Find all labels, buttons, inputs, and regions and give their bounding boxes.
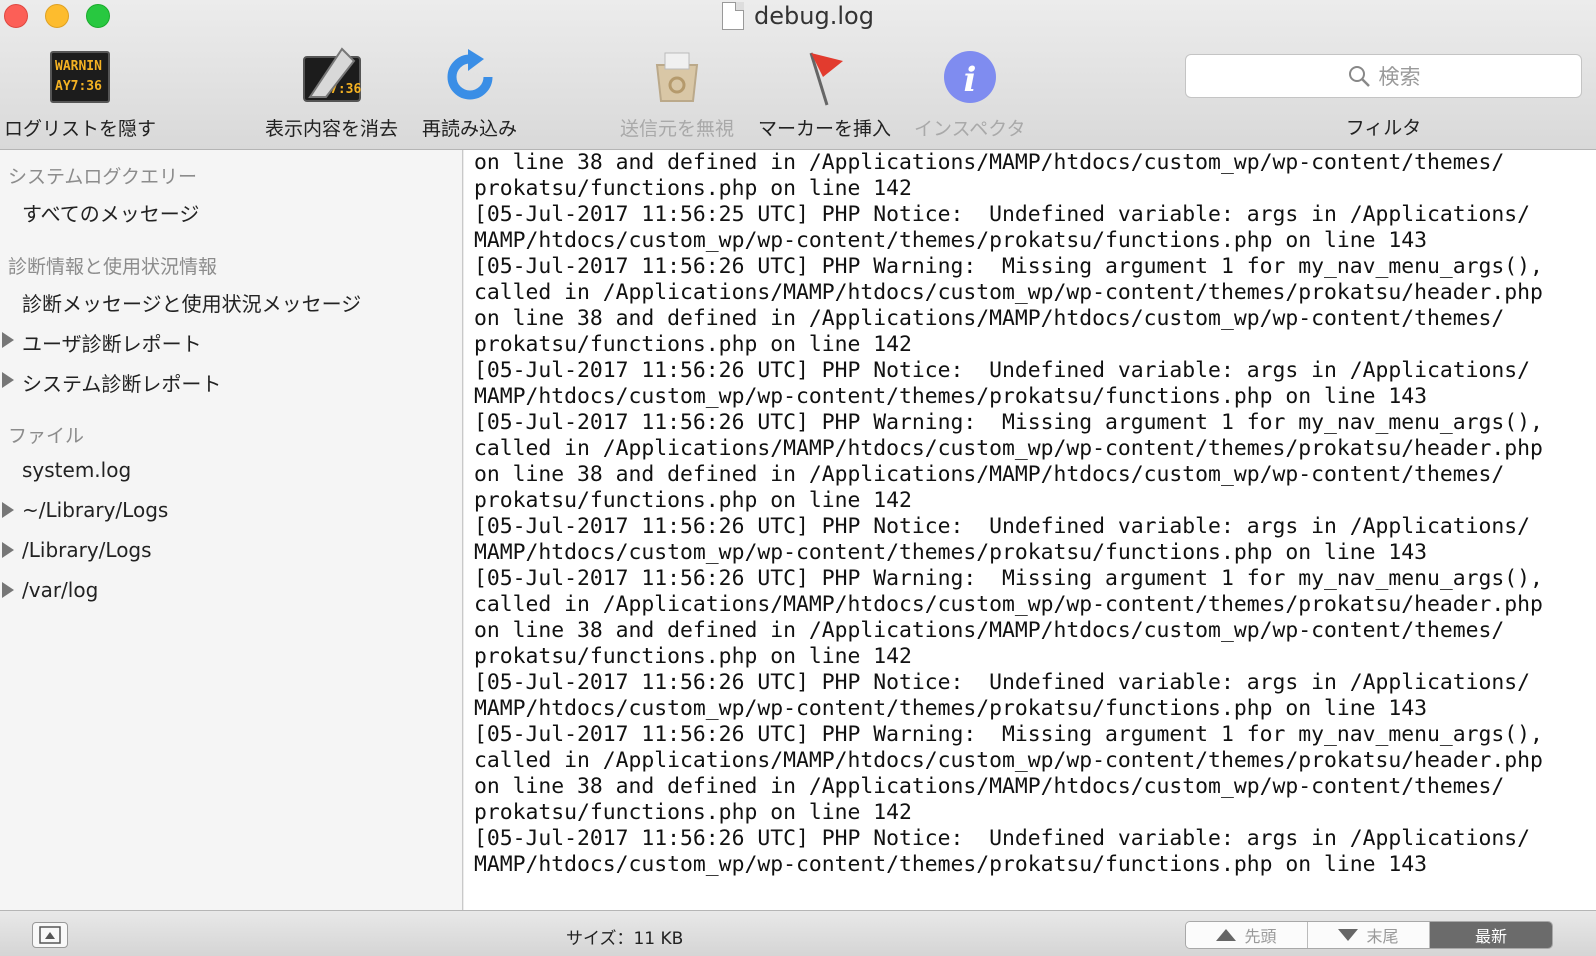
window-title: debug.log [0,2,1596,30]
log-line: called in /Applications/MAMP/htdocs/cust… [474,436,1543,461]
insert-marker-button[interactable]: マーカーを挿入 [758,44,891,141]
log-line: MAMP/htdocs/custom_wp/wp-content/themes/… [474,384,1427,409]
log-line: prokatsu/functions.php on line 142 [474,176,912,201]
scroll-latest-label: 最新 [1474,927,1507,946]
sidebar-item-all-messages[interactable]: すべてのメッセージ [22,198,199,227]
inspector-label: インスペクタ [914,118,1026,140]
sidebar-item-var-log[interactable]: /var/log [22,578,98,602]
log-line: [05-Jul-2017 11:56:26 UTC] PHP Warning: … [474,722,1543,747]
trash-icon [642,44,712,110]
size-label: サイズ：11 KB [566,929,684,949]
sidebar-item-system-reports[interactable]: システム診断レポート [22,368,221,397]
panel-icon [39,926,61,944]
ignore-sender-label: 送信元を無視 [620,118,735,140]
broom-icon: 7:36 [297,44,367,110]
sidebar-item-user-library-logs[interactable]: ~/Library/Logs [22,498,168,522]
log-line: MAMP/htdocs/custom_wp/wp-content/themes/… [474,852,1427,877]
reload-button[interactable]: 再読み込み [422,44,517,141]
log-line: [05-Jul-2017 11:56:26 UTC] PHP Warning: … [474,254,1543,279]
inspector-button[interactable]: i インスペクタ [914,44,1026,141]
status-bar: サイズ：11 KB 先頭 末尾 最新 [0,910,1596,956]
log-line: prokatsu/functions.php on line 142 [474,332,912,357]
sidebar-item-user-reports[interactable]: ユーザ診断レポート [22,328,202,357]
reload-label: 再読み込み [422,118,518,140]
section-system-queries: システムログクエリー [8,166,198,188]
ignore-sender-button[interactable]: 送信元を無視 [620,44,734,141]
log-line: [05-Jul-2017 11:56:26 UTC] PHP Notice: U… [474,514,1531,539]
log-line: [05-Jul-2017 11:56:26 UTC] PHP Notice: U… [474,670,1531,695]
sidebar-item-diag-messages[interactable]: 診断メッセージと使用状況メッセージ [22,288,361,317]
log-line: MAMP/htdocs/custom_wp/wp-content/themes/… [474,696,1427,721]
log-line: on line 38 and defined in /Applications/… [474,150,1505,175]
flag-icon [790,44,860,110]
window-title-text: debug.log [754,2,874,30]
disclosure-triangle-icon[interactable] [2,332,14,348]
log-line: [05-Jul-2017 11:56:26 UTC] PHP Warning: … [474,566,1543,591]
log-line: prokatsu/functions.php on line 142 [474,644,912,669]
disclosure-triangle-icon[interactable] [2,502,14,518]
svg-text:i: i [963,60,976,100]
toolbar: debug.log WARNIN AY7:36 ログリストを隠す 7:36 表示内… [0,0,1596,150]
log-line: called in /Applications/MAMP/htdocs/cust… [474,748,1543,773]
log-line: [05-Jul-2017 11:56:26 UTC] PHP Notice: U… [474,358,1531,383]
toggle-sidebar-button[interactable] [32,922,68,948]
sidebar: システムログクエリー すべてのメッセージ 診断情報と使用状況情報 診断メッセージ… [0,150,463,910]
log-line: on line 38 and defined in /Applications/… [474,306,1505,331]
up-triangle-icon [1216,929,1237,941]
section-diagnostics: 診断情報と使用状況情報 [8,256,218,278]
log-view[interactable]: on line 38 and defined in /Applications/… [464,150,1596,910]
insert-marker-label: マーカーを挿入 [758,118,892,140]
log-line: MAMP/htdocs/custom_wp/wp-content/themes/… [474,228,1427,253]
disclosure-triangle-icon[interactable] [2,582,14,598]
hide-log-list-label: ログリストを隠す [4,118,157,140]
console-led-icon: WARNIN AY7:36 [45,44,115,110]
search-field[interactable]: 検索 [1185,54,1582,98]
document-icon [722,2,745,30]
log-line: [05-Jul-2017 11:56:25 UTC] PHP Notice: U… [474,202,1531,227]
log-line: on line 38 and defined in /Applications/… [474,462,1505,487]
log-line: [05-Jul-2017 11:56:26 UTC] PHP Warning: … [474,410,1543,435]
clear-display-button[interactable]: 7:36 表示内容を消去 [265,44,398,141]
clear-display-label: 表示内容を消去 [265,118,399,140]
info-icon: i [935,44,1005,110]
log-line: prokatsu/functions.php on line 142 [474,488,912,513]
log-text[interactable]: on line 38 and defined in /Applications/… [474,150,1594,878]
disclosure-triangle-icon[interactable] [2,372,14,388]
sidebar-item-system-log[interactable]: system.log [22,458,131,482]
scroll-top-button[interactable]: 先頭 [1186,922,1308,948]
scroll-end-button[interactable]: 末尾 [1308,922,1430,948]
section-files: ファイル [8,425,85,447]
log-line: MAMP/htdocs/custom_wp/wp-content/themes/… [474,540,1427,565]
reload-icon [435,44,505,110]
scroll-end-label: 末尾 [1366,927,1399,946]
filter-label: フィルタ [1345,117,1422,139]
scroll-segmented-control: 先頭 末尾 最新 [1185,921,1553,949]
log-line: called in /Applications/MAMP/htdocs/cust… [474,592,1543,617]
log-line: on line 38 and defined in /Applications/… [474,774,1505,799]
scroll-top-label: 先頭 [1244,927,1277,946]
sidebar-item-library-logs[interactable]: /Library/Logs [22,538,152,562]
search-placeholder: 検索 [1378,65,1421,89]
log-line: [05-Jul-2017 11:56:26 UTC] PHP Notice: U… [474,826,1531,851]
down-triangle-icon [1338,929,1359,941]
log-line: prokatsu/functions.php on line 142 [474,800,912,825]
log-line: on line 38 and defined in /Applications/… [474,618,1505,643]
led-text-1: WARNIN [55,59,102,74]
hide-log-list-button[interactable]: WARNIN AY7:36 ログリストを隠す [4,44,156,141]
log-line: called in /Applications/MAMP/htdocs/cust… [474,280,1543,305]
led-text-2: AY7:36 [55,79,102,94]
search-icon [1348,66,1370,87]
disclosure-triangle-icon[interactable] [2,542,14,558]
scroll-latest-button[interactable]: 最新 [1430,922,1552,948]
